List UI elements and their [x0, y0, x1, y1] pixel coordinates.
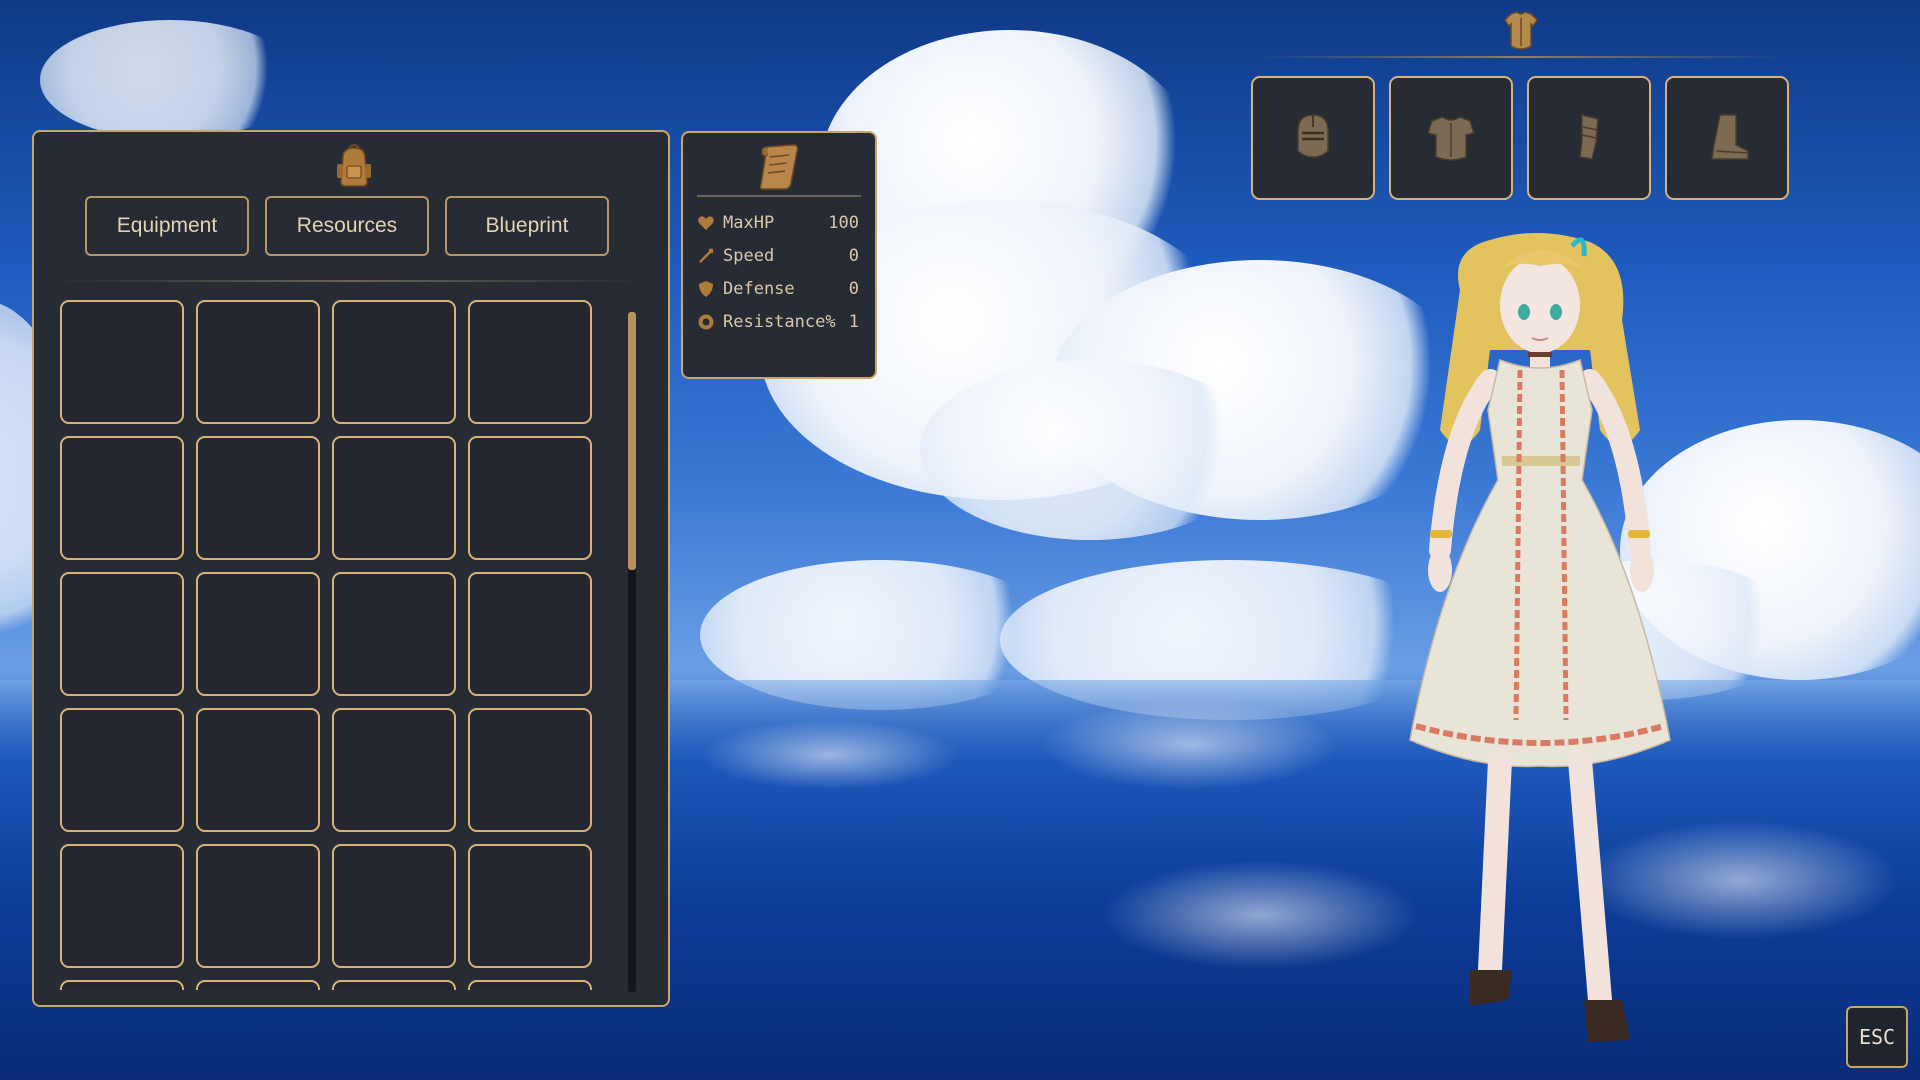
inventory-slot[interactable]: [196, 300, 320, 424]
stat-value: 100: [828, 213, 859, 233]
stats-panel: MaxHP 100 Speed 0 Defense 0 Resistance% …: [681, 131, 877, 379]
armor-icon: [1504, 11, 1538, 50]
speed-icon: [699, 248, 714, 263]
backpack-icon: [337, 144, 371, 187]
stat-value: 0: [848, 279, 859, 299]
inventory-slot[interactable]: [468, 572, 592, 696]
inventory-slot[interactable]: [60, 436, 184, 560]
inventory-panel: Equipment Resources Blueprint: [32, 130, 670, 1007]
inventory-slot[interactable]: [196, 980, 320, 990]
inventory-slot[interactable]: [196, 844, 320, 968]
divider: [1255, 56, 1785, 58]
resistance-icon: [698, 314, 714, 330]
helmet-slot[interactable]: [1251, 76, 1375, 200]
heart-icon: [698, 216, 714, 230]
inventory-slot[interactable]: [332, 572, 456, 696]
tab-resources[interactable]: Resources: [265, 196, 429, 256]
chestplate-icon: [1427, 116, 1475, 161]
stat-label: MaxHP: [723, 213, 775, 233]
equipment-slots: [1251, 76, 1789, 200]
inventory-slot[interactable]: [468, 980, 592, 990]
inventory-slot[interactable]: [468, 708, 592, 832]
stat-value: 0: [848, 246, 859, 266]
inventory-slot[interactable]: [60, 572, 184, 696]
inventory-grid-viewport: [60, 300, 620, 990]
inventory-slot[interactable]: [196, 436, 320, 560]
stat-row-resistance: Resistance% 1: [697, 308, 859, 336]
boot-icon: [1711, 114, 1749, 160]
inventory-slot[interactable]: [332, 708, 456, 832]
inventory-tabs: Equipment Resources Blueprint: [85, 196, 609, 256]
inventory-grid: [60, 300, 620, 990]
stat-value: 1: [848, 312, 859, 332]
inventory-slot[interactable]: [60, 980, 184, 990]
inventory-slot[interactable]: [468, 844, 592, 968]
inventory-slot[interactable]: [196, 572, 320, 696]
inventory-slot[interactable]: [332, 844, 456, 968]
scrollbar-thumb[interactable]: [628, 312, 636, 570]
shield-icon: [699, 281, 713, 297]
tab-equipment[interactable]: Equipment: [85, 196, 249, 256]
inventory-scrollbar[interactable]: [628, 312, 636, 992]
stat-label: Resistance%: [723, 312, 836, 332]
divider: [697, 195, 861, 197]
inventory-slot[interactable]: [60, 300, 184, 424]
chest-slot[interactable]: [1389, 76, 1513, 200]
inventory-slot[interactable]: [468, 436, 592, 560]
inventory-slot[interactable]: [196, 708, 320, 832]
inventory-slot[interactable]: [332, 436, 456, 560]
stat-row-maxhp: MaxHP 100: [697, 209, 859, 237]
stat-row-defense: Defense 0: [697, 275, 859, 303]
inventory-slot[interactable]: [332, 300, 456, 424]
gauntlet-slot[interactable]: [1527, 76, 1651, 200]
esc-button[interactable]: ESC: [1846, 1006, 1908, 1068]
boot-slot[interactable]: [1665, 76, 1789, 200]
inventory-slot[interactable]: [60, 844, 184, 968]
gauntlet-icon: [1579, 114, 1599, 160]
tab-blueprint[interactable]: Blueprint: [445, 196, 609, 256]
character-model: [1409, 232, 1671, 1042]
divider: [54, 280, 648, 282]
stat-label: Defense: [723, 279, 795, 299]
helmet-icon: [1297, 114, 1329, 158]
stat-row-speed: Speed 0: [697, 242, 859, 270]
inventory-slot[interactable]: [468, 300, 592, 424]
scroll-icon: [759, 144, 799, 190]
stat-label: Speed: [723, 246, 775, 266]
inventory-slot[interactable]: [332, 980, 456, 990]
inventory-slot[interactable]: [60, 708, 184, 832]
